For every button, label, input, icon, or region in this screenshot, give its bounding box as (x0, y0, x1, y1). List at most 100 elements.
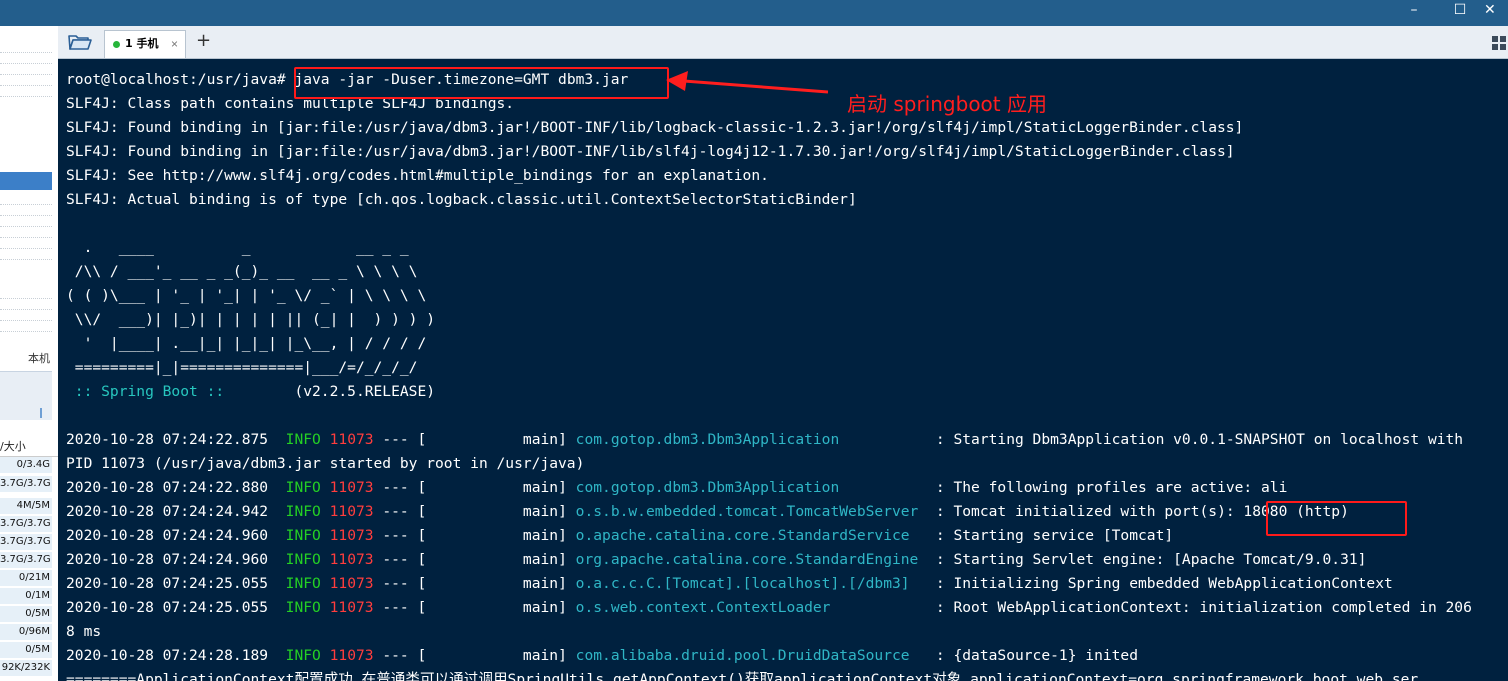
slf4j-line: SLF4J: See http://www.slf4j.org/codes.ht… (66, 167, 769, 184)
annotation-label: 启动 springboot 应用 (847, 92, 1047, 116)
log-pid: 11073 (329, 431, 374, 448)
session-tab-bar: 1 手机 × + (58, 26, 1508, 59)
log-logger: o.s.web.context.ContextLoader (575, 599, 928, 616)
log-pid: 11073 (329, 575, 374, 592)
log-timestamp: 2020-10-28 07:24:22.880 (66, 479, 269, 496)
app-context-line: ========ApplicationContext配置成功,在普通类可以通过调… (66, 671, 1419, 681)
log-pid: 11073 (329, 479, 374, 496)
side-size-row[interactable]: 0/5M (0, 606, 52, 623)
side-panel-lines (0, 288, 52, 332)
spring-banner-line: ' |____| .__|_| |_|_| |_\__, | / / / / (66, 335, 427, 352)
log-level: INFO (285, 527, 321, 544)
command-highlight-box (294, 67, 669, 99)
side-size-header: /大小 (0, 438, 58, 457)
spring-banner-line: \\/ ___)| |_)| | | | | || (_| | ) ) ) ) (66, 311, 436, 328)
spring-banner-line: . ____ _ __ _ _ (66, 239, 409, 256)
log-line: 2020-10-28 07:24:25.055 INFO 11073 --- [… (66, 599, 1472, 616)
log-separator: --- [ (373, 599, 427, 616)
log-message: Starting service [Tomcat] (953, 527, 1174, 544)
maximize-button[interactable]: ☐ (1440, 0, 1480, 22)
side-size-row[interactable]: 92K/232K (0, 660, 52, 677)
side-size-row[interactable]: 3.7G/3.7G (0, 552, 52, 569)
side-panel-selected-item[interactable] (0, 172, 52, 190)
log-pid: 11073 (329, 551, 374, 568)
log-logger: o.a.c.c.C.[Tomcat].[localhost].[/dbm3] (575, 575, 928, 592)
log-level: INFO (285, 575, 321, 592)
title-bar: – ☐ ✕ (0, 0, 1508, 26)
tab-label: 1 手机 (125, 37, 159, 50)
spring-banner-line: ( ( )\___ | '_ | '_| | '_ \/ _` | \ \ \ … (66, 287, 427, 304)
terminal-output[interactable]: root@localhost:/usr/java# java -jar -Dus… (58, 59, 1508, 681)
log-line: 2020-10-28 07:24:24.960 INFO 11073 --- [… (66, 551, 1367, 568)
log-pid: 11073 (329, 647, 374, 664)
log-level: INFO (285, 599, 321, 616)
connected-status-icon (113, 41, 120, 48)
annotation-arrow-icon (666, 71, 829, 94)
minimize-button[interactable]: – (1394, 0, 1434, 22)
slf4j-line: SLF4J: Actual binding is of type [ch.qos… (66, 191, 857, 208)
side-size-row[interactable]: 0/3.4G (0, 457, 52, 474)
side-panel-lines (0, 194, 52, 260)
terminal-lines: root@localhost:/usr/java# java -jar -Dus… (66, 68, 1472, 681)
log-timestamp: 2020-10-28 07:24:25.055 (66, 599, 269, 616)
log-message: Starting Dbm3Application v0.0.1-SNAPSHOT… (953, 431, 1464, 448)
log-separator: --- [ (373, 527, 427, 544)
spring-boot-label: :: Spring Boot :: (66, 383, 233, 400)
log-logger: com.alibaba.druid.pool.DruidDataSource (575, 647, 928, 664)
spring-banner-line: /\\ / ___'_ __ _ _(_)_ __ __ _ \ \ \ \ (66, 263, 418, 280)
log-line: 2020-10-28 07:24:24.942 INFO 11073 --- [… (66, 503, 1349, 520)
shell-prompt: root@localhost:/usr/java# (66, 71, 286, 88)
log-logger: o.s.b.w.embedded.tomcat.TomcatWebServer (575, 503, 928, 520)
log-timestamp: 2020-10-28 07:24:24.960 (66, 527, 269, 544)
log-timestamp: 2020-10-28 07:24:25.055 (66, 575, 269, 592)
grid-view-icon[interactable] (1492, 36, 1506, 50)
log-message: Starting Servlet engine: [Apache Tomcat/… (953, 551, 1367, 568)
log-thread: main] (426, 431, 567, 448)
log-line: 2020-10-28 07:24:22.875 INFO 11073 --- [… (66, 431, 1464, 448)
log-message: Initializing Spring embedded WebApplicat… (953, 575, 1393, 592)
close-window-button[interactable]: ✕ (1484, 0, 1508, 22)
log-thread: main] (426, 479, 567, 496)
side-size-row[interactable]: 3.7G/3.7G (0, 534, 52, 551)
side-size-row[interactable]: 0/96M (0, 624, 52, 641)
log-timestamp: 2020-10-28 07:24:24.960 (66, 551, 269, 568)
side-size-row[interactable]: 3.7G/3.7G (0, 516, 52, 533)
slf4j-line: SLF4J: Found binding in [jar:file:/usr/j… (66, 143, 1235, 160)
side-usage-graph (0, 371, 52, 420)
port-highlight-box (1266, 501, 1407, 536)
log-wrap-line: 8 ms (66, 623, 102, 640)
tab-close-icon[interactable]: × (171, 31, 178, 57)
spring-boot-version-line: :: Spring Boot :: (v2.2.5.RELEASE) (66, 380, 1472, 404)
tab-phone[interactable]: 1 手机 × (104, 30, 186, 58)
side-size-row[interactable]: 0/5M (0, 642, 52, 659)
spring-boot-version: (v2.2.5.RELEASE) (232, 383, 436, 400)
log-message: Root WebApplicationContext: initializati… (953, 599, 1472, 616)
log-line: 2020-10-28 07:24:28.189 INFO 11073 --- [… (66, 647, 1138, 664)
log-logger: com.gotop.dbm3.Dbm3Application (575, 479, 928, 496)
log-thread: main] (426, 647, 567, 664)
log-separator: --- [ (373, 647, 427, 664)
log-message: The following profiles are active: ali (953, 479, 1288, 496)
log-timestamp: 2020-10-28 07:24:24.942 (66, 503, 269, 520)
log-thread: main] (426, 551, 567, 568)
side-panel-lines (0, 42, 52, 97)
log-timestamp: 2020-10-28 07:24:22.875 (66, 431, 269, 448)
log-separator: --- [ (373, 479, 427, 496)
log-separator: --- [ (373, 431, 427, 448)
log-logger: org.apache.catalina.core.StandardEngine (575, 551, 928, 568)
add-tab-button[interactable]: + (196, 30, 211, 51)
log-pid: 11073 (329, 503, 374, 520)
side-size-row[interactable]: 0/1M (0, 588, 52, 605)
log-thread: main] (426, 503, 567, 520)
side-size-row[interactable]: 4M/5M (0, 498, 52, 515)
log-separator: --- [ (373, 575, 427, 592)
side-size-row[interactable]: 0/21M (0, 570, 52, 587)
log-wrap-line: PID 11073 (/usr/java/dbm3.jar started by… (66, 455, 585, 472)
log-separator: --- [ (373, 551, 427, 568)
log-thread: main] (426, 575, 567, 592)
folder-open-icon[interactable] (68, 33, 92, 51)
log-line: 2020-10-28 07:24:22.880 INFO 11073 --- [… (66, 479, 1288, 496)
log-line: 2020-10-28 07:24:24.960 INFO 11073 --- [… (66, 527, 1174, 544)
spring-banner-line: =========|_|==============|___/=/_/_/_/ (66, 359, 418, 376)
side-size-row[interactable]: 3.7G/3.7G (0, 476, 52, 493)
